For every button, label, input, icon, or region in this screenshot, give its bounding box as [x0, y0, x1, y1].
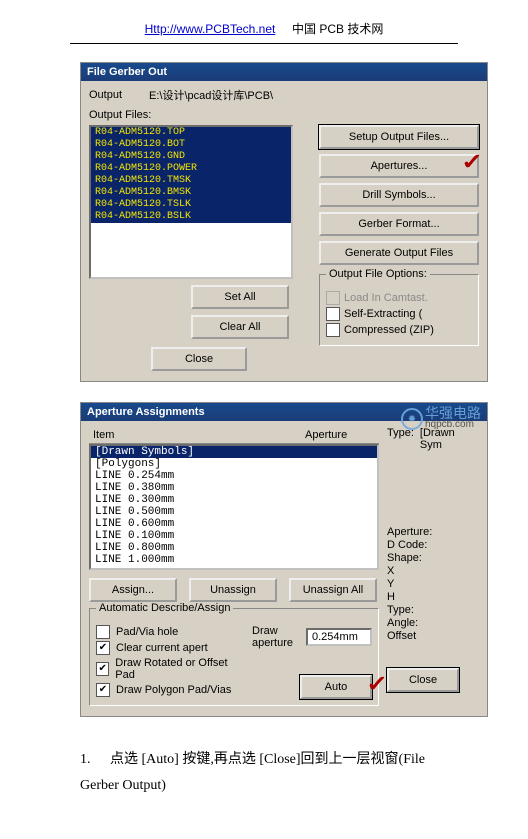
generate-output-files-button[interactable]: Generate Output Files [319, 241, 479, 265]
checkbox-icon [326, 291, 340, 305]
type-prop-label: Type: [387, 604, 479, 616]
file-gerber-out-window: File Gerber Out Output E:\设计\pcad设计库\PCB… [80, 62, 488, 382]
list-item[interactable]: LINE 0.380mm [91, 482, 377, 494]
clear-current-apert-checkbox[interactable]: Clear current apert [116, 642, 208, 654]
header-divider [70, 43, 458, 44]
list-item[interactable]: LINE 0.600mm [91, 518, 377, 530]
apertures-button[interactable]: Apertures... [319, 154, 479, 178]
instruction-line1: 点选 [Auto] 按键,再点选 [Close]回到上一层视窗(File [110, 752, 425, 767]
angle-label: Angle: [387, 617, 479, 629]
setup-output-files-button[interactable]: Setup Output Files... [319, 125, 479, 149]
auto-group-legend: Automatic Describe/Assign [96, 602, 233, 614]
automatic-describe-assign-group: Automatic Describe/Assign Pad/Via hole ✔… [89, 608, 379, 706]
list-item[interactable]: LINE 1.000mm [91, 554, 377, 566]
draw-polygon-checkbox[interactable]: Draw Polygon Pad/Vias [116, 684, 231, 696]
header-link[interactable]: Http://www.PCBTech.net [145, 22, 276, 36]
offset-label: Offset [387, 630, 479, 642]
gerber-titlebar: File Gerber Out [81, 63, 487, 81]
header-title-cn: 中国 PCB 技术网 [292, 22, 383, 36]
instruction-number: 1. [80, 752, 91, 767]
list-item[interactable]: LINE 0.300mm [91, 494, 377, 506]
aperture-properties: Aperture: D Code: Shape: X Y H Type: Ang… [387, 526, 479, 642]
file-item[interactable]: R04-ADM5120.POWER [91, 163, 291, 175]
auto-button[interactable]: Auto [300, 675, 372, 699]
drill-symbols-button[interactable]: Drill Symbols... [319, 183, 479, 207]
aperture-item-list[interactable]: [Drawn Symbols] [Polygons] LINE 0.254mm … [89, 444, 379, 570]
type-label: Type: [387, 427, 414, 441]
instruction-text: 1. 点选 [Auto] 按键,再点选 [Close]回到上一层视窗(File … [80, 747, 448, 799]
type-value: [Drawn Sym [420, 427, 479, 441]
col-item: Item [89, 427, 301, 443]
h-label: H [387, 591, 479, 603]
output-files-label: Output Files: [89, 109, 479, 121]
output-label: Output [89, 89, 143, 101]
compressed-checkbox[interactable]: Compressed (ZIP) [344, 324, 434, 336]
aperture-titlebar: Aperture Assignments [81, 403, 487, 421]
file-item[interactable]: R04-ADM5120.BSLK [91, 211, 291, 223]
file-item[interactable]: R04-ADM5120.GND [91, 151, 291, 163]
load-camtast-checkbox: Load In Camtast. [344, 292, 428, 304]
list-item[interactable]: LINE 0.800mm [91, 542, 377, 554]
aperture-assignments-window: Aperture Assignments ✹ 华强电路 hqpcb.com It… [80, 402, 488, 717]
instruction-line2: Gerber Output) [80, 773, 448, 799]
draw-aperture-input[interactable]: 0.254mm [306, 628, 372, 646]
list-item[interactable]: [Polygons] [91, 458, 377, 470]
output-file-options-group: Output File Options: Load In Camtast. Se… [319, 274, 479, 346]
checkbox-icon[interactable] [326, 307, 340, 321]
file-item[interactable]: R04-ADM5120.TOP [91, 127, 291, 139]
checkbox-icon[interactable]: ✔ [96, 641, 110, 655]
list-item[interactable]: [Drawn Symbols] [91, 446, 377, 458]
checkbox-icon[interactable]: ✔ [96, 683, 110, 697]
self-extracting-checkbox[interactable]: Self-Extracting ( [344, 308, 422, 320]
close-button[interactable]: Close [151, 347, 247, 371]
checkbox-icon[interactable] [96, 625, 110, 639]
draw-rotated-checkbox[interactable]: Draw Rotated or Offset Pad [115, 657, 242, 681]
aperture-heading: Aperture: [387, 526, 479, 538]
file-item[interactable]: R04-ADM5120.BOT [91, 139, 291, 151]
output-path: E:\设计\pcad设计库\PCB\ [149, 87, 273, 103]
x-label: X [387, 565, 479, 577]
col-aperture: Aperture [301, 427, 379, 443]
gerber-format-button[interactable]: Gerber Format... [319, 212, 479, 236]
shape-label: Shape: [387, 552, 479, 564]
unassign-button[interactable]: Unassign [189, 578, 277, 602]
list-item[interactable]: LINE 0.500mm [91, 506, 377, 518]
page-header: Http://www.PCBTech.net 中国 PCB 技术网 [0, 20, 528, 43]
y-label: Y [387, 578, 479, 590]
file-item[interactable]: R04-ADM5120.TMSK [91, 175, 291, 187]
assign-button[interactable]: Assign... [89, 578, 177, 602]
checkbox-icon[interactable] [326, 323, 340, 337]
checkbox-icon[interactable]: ✔ [96, 662, 109, 676]
item-list-header: Item Aperture [89, 427, 379, 444]
pad-via-hole-checkbox[interactable]: Pad/Via hole [116, 626, 178, 638]
list-item[interactable]: LINE 0.100mm [91, 530, 377, 542]
draw-aperture-label: Draw aperture [252, 625, 300, 649]
list-item[interactable]: LINE 0.254mm [91, 470, 377, 482]
file-item[interactable]: R04-ADM5120.TSLK [91, 199, 291, 211]
output-file-list[interactable]: R04-ADM5120.TOP R04-ADM5120.BOT R04-ADM5… [89, 125, 293, 279]
dcode-label: D Code: [387, 539, 479, 551]
set-all-button[interactable]: Set All [191, 285, 289, 309]
unassign-all-button[interactable]: Unassign All [289, 578, 377, 602]
output-file-options-legend: Output File Options: [326, 268, 430, 280]
close-button[interactable]: Close [387, 668, 459, 692]
clear-all-button[interactable]: Clear All [191, 315, 289, 339]
file-item[interactable]: R04-ADM5120.BMSK [91, 187, 291, 199]
